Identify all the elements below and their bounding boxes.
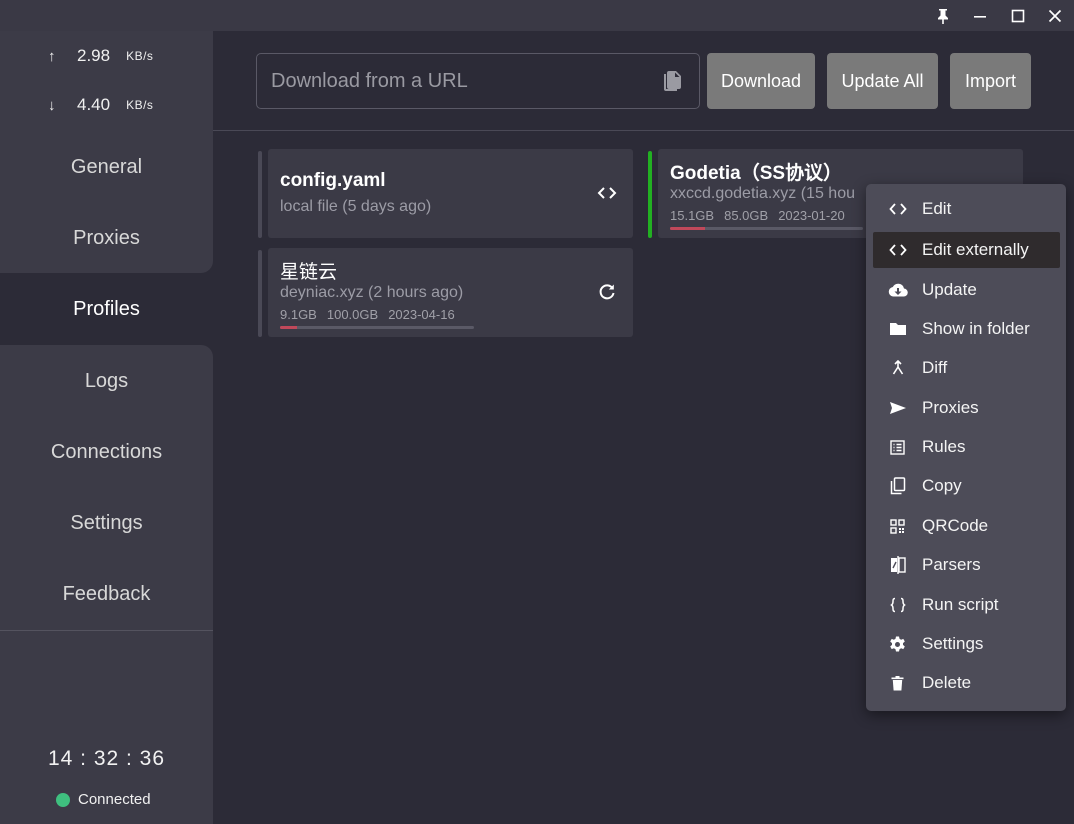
menu-item-copy[interactable]: Copy xyxy=(873,468,1060,504)
status-dot xyxy=(56,792,70,807)
upload-unit: KB/s xyxy=(126,49,154,63)
profile-subtitle: deyniac.xyz (2 hours ago) xyxy=(280,284,464,301)
usage-total: 85.0GB xyxy=(724,208,769,223)
selected-profile-indicator xyxy=(648,151,652,238)
update-all-button[interactable]: Update All xyxy=(827,53,938,109)
gear-icon xyxy=(873,636,922,653)
usage-bar-fill xyxy=(670,227,705,230)
url-field[interactable] xyxy=(256,53,700,109)
menu-item-show-in-folder[interactable]: Show in folder xyxy=(873,311,1060,347)
upload-value: 2.98 xyxy=(77,46,111,65)
download-button[interactable]: Download xyxy=(707,53,815,109)
usage-upload: 9.1GB xyxy=(280,307,317,322)
profile-card-xinglianyun[interactable]: 星链云 deyniac.xyz (2 hours ago) 9.1GB 100.0… xyxy=(268,248,633,337)
refresh-icon[interactable] xyxy=(593,278,621,306)
connection-status: Connected xyxy=(56,791,151,808)
maximize-icon[interactable] xyxy=(999,0,1036,31)
usage-bar xyxy=(670,227,863,230)
code-icon xyxy=(873,244,922,256)
profile-usage-text: 9.1GB 100.0GB 2023-04-16 xyxy=(280,307,455,322)
minimize-icon[interactable] xyxy=(961,0,998,31)
status-label: Connected xyxy=(78,791,151,808)
title-bar xyxy=(0,0,1074,31)
profile-usage-text: 15.1GB 85.0GB 2023-01-20 xyxy=(670,208,845,223)
cloud-download-icon xyxy=(873,283,922,297)
code-icon[interactable] xyxy=(593,179,621,207)
menu-item-proxies[interactable]: Proxies xyxy=(873,390,1060,426)
trash-icon xyxy=(873,675,922,691)
sidebar-item-feedback[interactable]: Feedback xyxy=(0,559,213,630)
menu-item-rules[interactable]: Rules xyxy=(873,429,1060,465)
sidebar: ↑ 2.98 KB/s ↓ 4.40 KB/s General Proxies … xyxy=(0,31,213,824)
folder-icon xyxy=(873,322,922,336)
menu-item-update[interactable]: Update xyxy=(873,272,1060,308)
url-input[interactable] xyxy=(257,54,647,108)
sidebar-nav: General Proxies Profiles Logs Connection… xyxy=(0,130,213,630)
close-icon[interactable] xyxy=(1036,0,1073,31)
profile-name: Godetia（SS协议） xyxy=(670,163,843,184)
expire-date: 2023-04-16 xyxy=(388,307,455,322)
menu-item-run-script[interactable]: Run script xyxy=(873,587,1060,623)
qrcode-icon xyxy=(873,518,922,534)
profile-name: config.yaml xyxy=(280,170,386,191)
paste-icon[interactable] xyxy=(663,70,683,97)
sidebar-item-general[interactable]: General xyxy=(0,132,213,203)
braces-icon xyxy=(873,597,922,613)
profile-subtitle: xxccd.godetia.xyz (15 hou xyxy=(670,185,855,202)
download-value: 4.40 xyxy=(77,95,111,114)
upload-arrow-icon: ↑ xyxy=(48,47,56,65)
sidebar-item-settings[interactable]: Settings xyxy=(0,488,213,559)
usage-bar-fill xyxy=(280,326,298,329)
list-icon xyxy=(873,439,922,455)
send-icon xyxy=(873,401,922,415)
code-icon xyxy=(873,203,922,215)
profile-card-config[interactable]: config.yaml local file (5 days ago) xyxy=(268,149,633,238)
pin-icon[interactable] xyxy=(924,0,961,31)
menu-item-diff[interactable]: Diff xyxy=(873,350,1060,386)
traffic-panel: ↑ 2.98 KB/s ↓ 4.40 KB/s xyxy=(0,31,213,130)
profile-context-menu: Edit Edit externally Update Show in fold… xyxy=(866,184,1066,711)
expire-date: 2023-01-20 xyxy=(778,208,845,223)
copy-icon xyxy=(873,477,922,495)
profile-indicator xyxy=(258,250,262,337)
profile-name: 星链云 xyxy=(280,262,338,283)
sidebar-item-profiles[interactable]: Profiles xyxy=(0,274,213,345)
menu-item-parsers[interactable]: Parsers xyxy=(873,547,1060,583)
import-button[interactable]: Import xyxy=(950,53,1031,109)
sidebar-divider xyxy=(0,630,213,631)
menu-item-edit[interactable]: Edit xyxy=(873,191,1060,227)
profile-indicator xyxy=(258,151,262,238)
compare-icon xyxy=(873,556,922,574)
sidebar-item-connections[interactable]: Connections xyxy=(0,417,213,488)
sidebar-item-proxies[interactable]: Proxies xyxy=(0,203,213,274)
menu-item-edit-externally[interactable]: Edit externally xyxy=(873,232,1060,268)
download-speed: ↓ 4.40 KB/s xyxy=(48,93,153,117)
toolbar-divider xyxy=(213,130,1074,131)
download-arrow-icon: ↓ xyxy=(48,96,56,114)
menu-item-delete[interactable]: Delete xyxy=(873,665,1060,701)
usage-total: 100.0GB xyxy=(326,307,379,322)
download-unit: KB/s xyxy=(126,98,154,112)
merge-icon xyxy=(873,360,922,376)
upload-speed: ↑ 2.98 KB/s xyxy=(48,44,153,68)
profile-subtitle: local file (5 days ago) xyxy=(280,198,432,215)
sidebar-item-logs[interactable]: Logs xyxy=(0,346,213,417)
clock: 14 : 32 : 36 xyxy=(47,747,166,770)
menu-item-settings[interactable]: Settings xyxy=(873,626,1060,662)
usage-bar xyxy=(280,326,474,329)
menu-item-qrcode[interactable]: QRCode xyxy=(873,508,1060,544)
usage-upload: 15.1GB xyxy=(670,208,715,223)
